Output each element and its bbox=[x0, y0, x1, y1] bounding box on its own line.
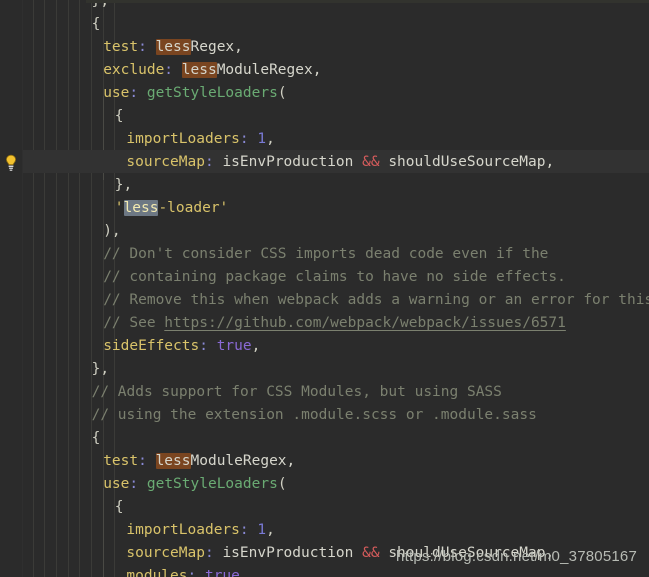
code-token: : bbox=[204, 545, 223, 561]
code-text-area[interactable]: },{test: lessRegex, exclude: lessModuleRe… bbox=[0, 0, 649, 577]
code-token: && bbox=[362, 545, 380, 561]
code-token: // Don't consider CSS imports dead code … bbox=[103, 246, 549, 262]
code-line[interactable]: importLoaders: 1, bbox=[126, 519, 274, 542]
code-token: : bbox=[239, 131, 258, 147]
code-line[interactable]: test: lessRegex, bbox=[103, 36, 243, 59]
code-token: : bbox=[239, 522, 258, 538]
code-line[interactable]: // Don't consider CSS imports dead code … bbox=[103, 243, 548, 266]
code-line[interactable]: // See https://github.com/webpack/webpac… bbox=[103, 312, 566, 335]
code-token: , bbox=[251, 338, 261, 354]
code-token: { bbox=[91, 16, 101, 32]
code-token: sideEffects bbox=[103, 338, 200, 354]
code-line[interactable]: // Remove this when webpack adds a warni… bbox=[103, 289, 649, 312]
code-token: true bbox=[204, 568, 240, 577]
code-token: exclude bbox=[103, 62, 165, 78]
code-token: 1 bbox=[257, 522, 267, 538]
code-token: // Adds support for CSS Modules, but usi… bbox=[91, 384, 502, 400]
code-token: ModuleRegex, bbox=[216, 62, 322, 78]
code-token: shouldUseSourceMap, bbox=[379, 154, 555, 170]
code-token: use bbox=[103, 85, 130, 101]
code-token: // See bbox=[103, 315, 165, 331]
editor-gutter[interactable] bbox=[0, 0, 23, 577]
code-line[interactable]: ), bbox=[103, 220, 120, 243]
code-line[interactable]: { bbox=[115, 496, 124, 519]
search-match: less bbox=[181, 62, 217, 78]
code-token: : bbox=[164, 62, 182, 78]
code-token: : bbox=[187, 568, 205, 577]
code-line[interactable]: // Adds support for CSS Modules, but usi… bbox=[92, 381, 502, 404]
code-token: }, bbox=[91, 361, 110, 377]
code-token: use bbox=[103, 476, 130, 492]
code-line[interactable]: use: getStyleLoaders( bbox=[103, 82, 286, 105]
code-token: ' bbox=[114, 200, 124, 216]
code-line[interactable]: modules: true, bbox=[126, 565, 248, 577]
code-line[interactable]: 'less-loader' bbox=[114, 197, 229, 220]
code-token: -loader' bbox=[158, 200, 229, 216]
code-line[interactable]: { bbox=[92, 13, 101, 36]
code-token: }, bbox=[114, 177, 133, 193]
code-token: ( bbox=[277, 85, 287, 101]
code-token: sourceMap bbox=[126, 154, 205, 170]
code-token: getStyleLoaders bbox=[146, 85, 278, 101]
code-token: : bbox=[129, 85, 147, 101]
code-token: importLoaders bbox=[126, 522, 240, 538]
code-editor[interactable]: },{test: lessRegex, exclude: lessModuleRe… bbox=[0, 0, 649, 577]
code-token: importLoaders bbox=[126, 131, 240, 147]
code-line[interactable]: exclude: lessModuleRegex, bbox=[103, 59, 321, 82]
code-token: , bbox=[239, 568, 249, 577]
code-token: true bbox=[216, 338, 252, 354]
code-token: : bbox=[129, 476, 147, 492]
lightbulb-icon[interactable] bbox=[4, 154, 18, 172]
code-line[interactable]: // containing package claims to have no … bbox=[103, 266, 566, 289]
code-token: , bbox=[266, 522, 275, 538]
code-token: isEnvProduction bbox=[222, 545, 363, 561]
code-token: test bbox=[103, 453, 139, 469]
code-line[interactable]: importLoaders: 1, bbox=[126, 128, 274, 151]
code-token: : bbox=[138, 39, 156, 55]
code-line[interactable]: }, bbox=[92, 0, 109, 13]
code-token: // using the extension .module.scss or .… bbox=[91, 407, 537, 423]
code-line[interactable]: sideEffects: true, bbox=[103, 335, 260, 358]
code-token: { bbox=[114, 108, 124, 124]
code-line[interactable]: // using the extension .module.scss or .… bbox=[92, 404, 537, 427]
code-token: modules bbox=[126, 568, 188, 577]
code-token: : bbox=[199, 338, 217, 354]
code-line[interactable]: use: getStyleLoaders( bbox=[103, 473, 286, 496]
search-match: less bbox=[155, 453, 191, 469]
code-token: }, bbox=[91, 0, 110, 9]
code-token[interactable]: https://github.com/webpack/webpack/issue… bbox=[164, 315, 566, 331]
code-token: getStyleLoaders bbox=[146, 476, 278, 492]
code-token: ( bbox=[277, 476, 287, 492]
code-token: : bbox=[138, 453, 156, 469]
code-line[interactable]: { bbox=[115, 105, 124, 128]
code-line[interactable]: }, bbox=[92, 358, 109, 381]
code-token: : bbox=[204, 154, 223, 170]
code-token: // Remove this when webpack adds a warni… bbox=[103, 292, 649, 308]
code-token: ModuleRegex, bbox=[190, 453, 296, 469]
code-token: { bbox=[91, 430, 101, 446]
code-line[interactable]: }, bbox=[115, 174, 132, 197]
code-token: isEnvProduction bbox=[222, 154, 363, 170]
code-token: ), bbox=[103, 223, 121, 239]
search-match: less bbox=[155, 39, 191, 55]
code-token: sourceMap bbox=[126, 545, 205, 561]
code-token: test bbox=[103, 39, 139, 55]
code-line[interactable]: { bbox=[92, 427, 101, 450]
code-token: // containing package claims to have no … bbox=[103, 269, 566, 285]
code-line[interactable]: sourceMap: isEnvProduction && shouldUseS… bbox=[126, 151, 554, 174]
code-token: 1 bbox=[257, 131, 267, 147]
code-token: && bbox=[362, 154, 380, 170]
code-line[interactable]: sourceMap: isEnvProduction && shouldUseS… bbox=[126, 542, 554, 565]
code-token: Regex, bbox=[190, 39, 243, 55]
code-token: , bbox=[266, 131, 275, 147]
code-line[interactable]: test: lessModuleRegex, bbox=[103, 450, 295, 473]
search-match: less bbox=[123, 200, 159, 216]
code-token: { bbox=[114, 499, 124, 515]
code-token: shouldUseSourceMap, bbox=[379, 545, 555, 561]
